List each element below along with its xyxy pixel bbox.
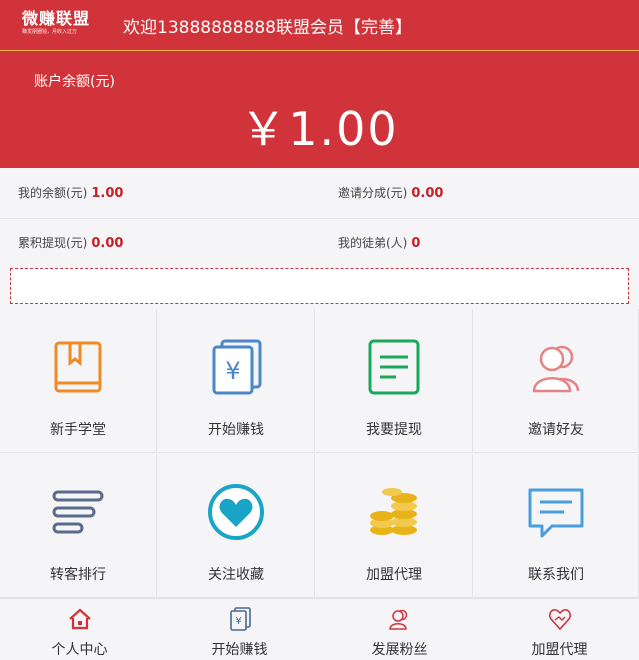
tab-label: 发展粉丝 xyxy=(371,642,428,658)
feature-grid: 新手学堂 ¥ 开始赚钱 我要提现 邀请好友 转客排行 关注收藏 加盟代理 联系我… xyxy=(0,309,639,598)
yen-card-icon: ¥ xyxy=(229,607,251,631)
balance-label: 账户余额(元) xyxy=(34,74,115,90)
stat-value: 0 xyxy=(411,236,421,251)
grid-item-invite-friends[interactable]: 邀请好友 xyxy=(474,309,639,453)
stat-value: 0.00 xyxy=(411,186,444,201)
stat-my-balance: 我的余额(元) 1.00 xyxy=(18,168,123,218)
tab-join-agent[interactable]: 加盟代理 xyxy=(480,599,639,660)
grid-item-follow-favorite[interactable]: 关注收藏 xyxy=(158,454,315,598)
balance-panel: 账户余额(元) ￥1.00 xyxy=(0,51,639,168)
stat-my-apprentices: 我的徒弟(人) 0 xyxy=(338,218,420,268)
yen-card-icon: ¥ xyxy=(212,339,262,395)
stats-panel: 我的余额(元) 1.00 邀请分成(元) 0.00 累积提现(元) 0.00 我的徒弟… xyxy=(0,168,639,268)
stat-invite-share: 邀请分成(元) 0.00 xyxy=(338,168,443,218)
grid-label: 新手学堂 xyxy=(50,422,106,438)
tab-start-earning[interactable]: ¥ 开始赚钱 xyxy=(160,599,319,660)
fans-icon xyxy=(388,609,407,630)
app-logo[interactable]: 微赚联盟 赚发朋圈钱，月收入过万 xyxy=(22,10,102,36)
grid-item-contact-us[interactable]: 联系我们 xyxy=(474,454,639,598)
svg-text:¥: ¥ xyxy=(225,357,240,385)
top-header: 微赚联盟 赚发朋圈钱，月收入过万 欢迎13888888888联盟会员【完善】 xyxy=(0,0,639,51)
grid-label: 我要提现 xyxy=(366,422,422,438)
logo-slogan: 赚发朋圈钱，月收入过万 xyxy=(22,29,78,35)
stat-label: 累积提现(元) xyxy=(18,236,88,250)
svg-text:¥: ¥ xyxy=(235,616,241,627)
grid-label: 开始赚钱 xyxy=(208,422,264,438)
tab-label: 个人中心 xyxy=(51,642,108,658)
grid-item-novice[interactable]: 新手学堂 xyxy=(0,309,157,453)
grid-item-start-earning[interactable]: ¥ 开始赚钱 xyxy=(158,309,315,453)
logo-title: 微赚联盟 xyxy=(22,9,91,28)
grid-item-withdraw[interactable]: 我要提现 xyxy=(316,309,473,453)
stat-value: 1.00 xyxy=(91,186,124,201)
users-icon xyxy=(532,345,580,393)
welcome-text[interactable]: 欢迎13888888888联盟会员【完善】 xyxy=(123,13,412,38)
tab-label: 开始赚钱 xyxy=(211,642,268,658)
tab-grow-fans[interactable]: 发展粉丝 xyxy=(320,599,479,660)
bottom-tabbar: 个人中心 ¥ 开始赚钱 发展粉丝 加盟代理 xyxy=(0,598,639,660)
book-icon xyxy=(54,341,102,393)
stat-label: 我的徒弟(人) xyxy=(338,236,408,250)
grid-item-join-agent[interactable]: 加盟代理 xyxy=(316,454,473,598)
stat-label: 我的余额(元) xyxy=(18,186,88,200)
balance-value: ￥1.00 xyxy=(240,102,399,156)
coins-icon xyxy=(370,488,417,535)
stat-label: 邀请分成(元) xyxy=(338,186,408,200)
chat-icon xyxy=(528,488,584,538)
grid-item-forward-rank[interactable]: 转客排行 xyxy=(0,454,157,598)
grid-label: 关注收藏 xyxy=(208,567,264,583)
home-icon xyxy=(68,608,91,630)
notice-bar[interactable] xyxy=(10,268,629,304)
heart-icon xyxy=(208,484,264,540)
grid-label: 转客排行 xyxy=(50,567,106,583)
tab-personal-center[interactable]: 个人中心 xyxy=(0,599,159,660)
grid-label: 加盟代理 xyxy=(366,567,422,583)
tab-label: 加盟代理 xyxy=(531,642,588,658)
handshake-heart-icon xyxy=(548,609,571,631)
stat-total-withdraw: 累积提现(元) 0.00 xyxy=(18,218,123,268)
grid-label: 联系我们 xyxy=(528,567,584,583)
grid-label: 邀请好友 xyxy=(528,422,584,438)
list-icon xyxy=(52,490,104,534)
stat-value: 0.00 xyxy=(91,236,124,251)
document-icon xyxy=(368,339,420,395)
